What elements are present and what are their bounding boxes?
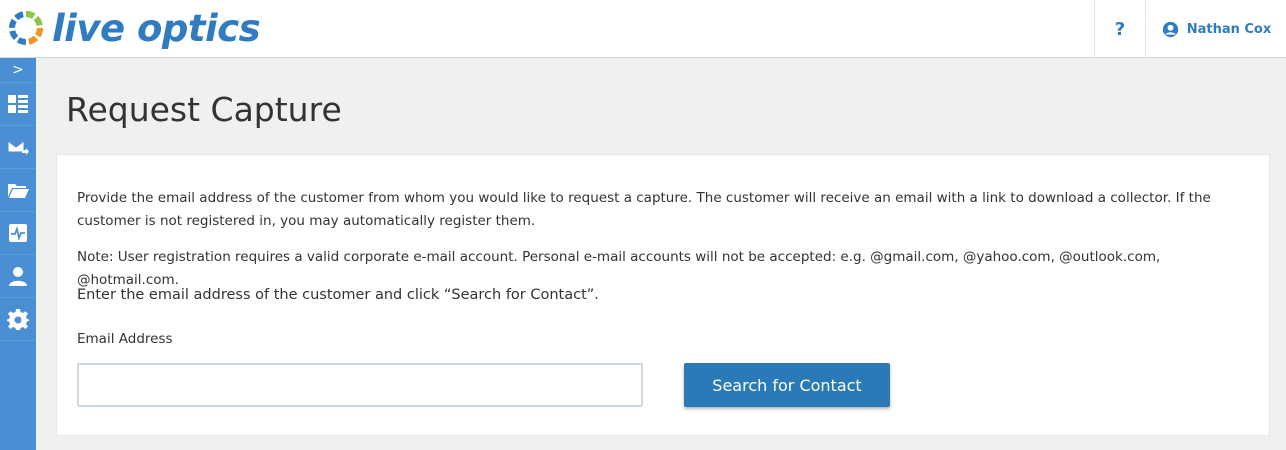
user-icon [9, 267, 27, 286]
folder-icon [8, 184, 29, 198]
sidebar-item-settings[interactable] [0, 298, 36, 341]
help-button[interactable]: ? [1094, 0, 1146, 58]
page-title: Request Capture [66, 90, 342, 129]
email-input[interactable] [77, 363, 643, 407]
user-name: Nathan Cox [1186, 21, 1272, 37]
sidebar-expand-button[interactable]: > [0, 58, 36, 83]
sidebar-item-monitoring[interactable] [0, 212, 36, 255]
top-bar: live optics ? Nathan Cox [0, 0, 1286, 58]
sidebar-item-dashboard[interactable] [0, 83, 36, 126]
sidebar: > [0, 58, 36, 450]
search-for-contact-button[interactable]: Search for Contact [684, 363, 890, 407]
description-text: Provide the email address of the custome… [77, 190, 1211, 229]
logo-text: live optics [52, 6, 261, 50]
user-avatar-icon [1162, 21, 1178, 37]
request-capture-card: Provide the email address of the custome… [56, 154, 1270, 436]
instruction-text: Enter the email address of the customer … [77, 287, 599, 303]
sidebar-item-projects[interactable] [0, 169, 36, 212]
live-optics-logo[interactable]: live optics [6, 4, 261, 52]
email-label: Email Address [77, 331, 173, 347]
user-menu[interactable]: Nathan Cox [1147, 0, 1286, 58]
logo-ring-icon [9, 11, 43, 45]
dashboard-icon [8, 95, 28, 113]
pulse-icon [9, 224, 27, 242]
sidebar-item-contacts[interactable] [0, 255, 36, 298]
sidebar-item-requests[interactable] [0, 126, 36, 169]
gear-icon [7, 309, 29, 330]
mail-send-icon [7, 140, 29, 155]
